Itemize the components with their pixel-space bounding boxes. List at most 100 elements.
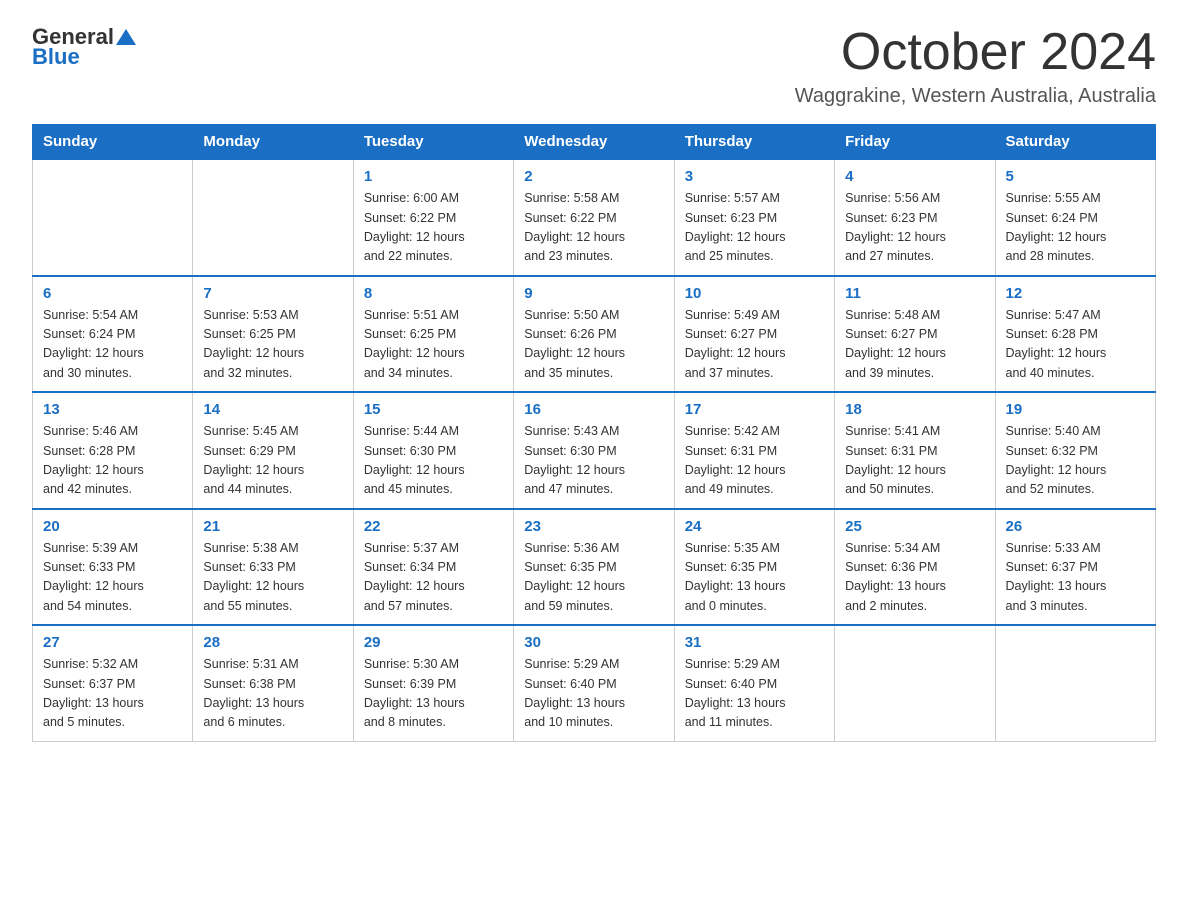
calendar-cell: 11 Sunrise: 5:48 AM Sunset: 6:27 PM Dayli… xyxy=(835,276,995,393)
day-number: 16 xyxy=(524,401,663,418)
day-number: 31 xyxy=(685,634,824,651)
header-saturday: Saturday xyxy=(995,125,1155,160)
day-number: 29 xyxy=(364,634,503,651)
calendar-cell: 24 Sunrise: 5:35 AM Sunset: 6:35 PM Dayli… xyxy=(674,509,834,626)
day-info: Sunrise: 5:51 AM Sunset: 6:25 PM Dayligh… xyxy=(364,306,503,384)
calendar-cell: 15Sunrise: 5:44 AM Sunset: 6:30 PM Dayli… xyxy=(353,392,513,509)
day-number: 6 xyxy=(43,285,182,302)
day-info: Sunrise: 5:30 AM Sunset: 6:39 PM Dayligh… xyxy=(364,655,503,733)
calendar-cell: 23 Sunrise: 5:36 AM Sunset: 6:35 PM Dayli… xyxy=(514,509,674,626)
day-info: Sunrise: 5:58 AM Sunset: 6:22 PM Dayligh… xyxy=(524,189,663,267)
day-number: 19 xyxy=(1006,401,1145,418)
header-wednesday: Wednesday xyxy=(514,125,674,160)
calendar-table: SundayMondayTuesdayWednesdayThursdayFrid… xyxy=(32,124,1156,742)
day-number: 28 xyxy=(203,634,342,651)
calendar-cell: 2Sunrise: 5:58 AM Sunset: 6:22 PM Daylig… xyxy=(514,159,674,276)
calendar-cell: 12 Sunrise: 5:47 AM Sunset: 6:28 PM Dayli… xyxy=(995,276,1155,393)
calendar-cell: 18 Sunrise: 5:41 AM Sunset: 6:31 PM Dayli… xyxy=(835,392,995,509)
day-info: Sunrise: 5:47 AM Sunset: 6:28 PM Dayligh… xyxy=(1006,306,1145,384)
day-number: 11 xyxy=(845,285,984,302)
week-row-2: 6 Sunrise: 5:54 AM Sunset: 6:24 PM Daylig… xyxy=(33,276,1156,393)
day-number: 18 xyxy=(845,401,984,418)
title-block: October 2024 Waggrakine, Western Austral… xyxy=(795,24,1156,108)
calendar-cell: 28Sunrise: 5:31 AM Sunset: 6:38 PM Dayli… xyxy=(193,625,353,741)
day-number: 8 xyxy=(364,285,503,302)
calendar-cell: 27 Sunrise: 5:32 AM Sunset: 6:37 PM Dayli… xyxy=(33,625,193,741)
day-info: Sunrise: 5:38 AM Sunset: 6:33 PM Dayligh… xyxy=(203,539,342,617)
day-info: Sunrise: 5:29 AM Sunset: 6:40 PM Dayligh… xyxy=(524,655,663,733)
header-thursday: Thursday xyxy=(674,125,834,160)
logo-blue-text: Blue xyxy=(32,44,80,70)
day-info: Sunrise: 5:45 AM Sunset: 6:29 PM Dayligh… xyxy=(203,422,342,500)
calendar-cell: 16 Sunrise: 5:43 AM Sunset: 6:30 PM Dayli… xyxy=(514,392,674,509)
day-number: 5 xyxy=(1006,168,1145,185)
header-tuesday: Tuesday xyxy=(353,125,513,160)
day-info: Sunrise: 5:54 AM Sunset: 6:24 PM Dayligh… xyxy=(43,306,182,384)
day-info: Sunrise: 5:41 AM Sunset: 6:31 PM Dayligh… xyxy=(845,422,984,500)
day-number: 17 xyxy=(685,401,824,418)
day-info: Sunrise: 5:49 AM Sunset: 6:27 PM Dayligh… xyxy=(685,306,824,384)
day-number: 27 xyxy=(43,634,182,651)
day-number: 30 xyxy=(524,634,663,651)
calendar-cell: 14 Sunrise: 5:45 AM Sunset: 6:29 PM Dayli… xyxy=(193,392,353,509)
day-number: 7 xyxy=(203,285,342,302)
day-info: Sunrise: 5:55 AM Sunset: 6:24 PM Dayligh… xyxy=(1006,189,1145,267)
day-info: Sunrise: 5:50 AM Sunset: 6:26 PM Dayligh… xyxy=(524,306,663,384)
logo-triangle-icon xyxy=(116,27,136,47)
calendar-cell xyxy=(33,159,193,276)
calendar-cell: 31 Sunrise: 5:29 AM Sunset: 6:40 PM Dayli… xyxy=(674,625,834,741)
day-info: Sunrise: 5:34 AM Sunset: 6:36 PM Dayligh… xyxy=(845,539,984,617)
day-info: Sunrise: 5:57 AM Sunset: 6:23 PM Dayligh… xyxy=(685,189,824,267)
day-number: 3 xyxy=(685,168,824,185)
day-number: 26 xyxy=(1006,518,1145,535)
day-number: 20 xyxy=(43,518,182,535)
header-friday: Friday xyxy=(835,125,995,160)
week-row-4: 20Sunrise: 5:39 AM Sunset: 6:33 PM Dayli… xyxy=(33,509,1156,626)
day-number: 12 xyxy=(1006,285,1145,302)
calendar-cell xyxy=(995,625,1155,741)
day-number: 1 xyxy=(364,168,503,185)
day-number: 9 xyxy=(524,285,663,302)
logo: General Blue xyxy=(32,24,136,70)
day-info: Sunrise: 5:35 AM Sunset: 6:35 PM Dayligh… xyxy=(685,539,824,617)
week-row-5: 27 Sunrise: 5:32 AM Sunset: 6:37 PM Dayli… xyxy=(33,625,1156,741)
day-number: 21 xyxy=(203,518,342,535)
calendar-header-row: SundayMondayTuesdayWednesdayThursdayFrid… xyxy=(33,125,1156,160)
day-info: Sunrise: 5:46 AM Sunset: 6:28 PM Dayligh… xyxy=(43,422,182,500)
day-info: Sunrise: 5:48 AM Sunset: 6:27 PM Dayligh… xyxy=(845,306,984,384)
calendar-cell: 30 Sunrise: 5:29 AM Sunset: 6:40 PM Dayli… xyxy=(514,625,674,741)
calendar-cell: 6 Sunrise: 5:54 AM Sunset: 6:24 PM Daylig… xyxy=(33,276,193,393)
day-number: 13 xyxy=(43,401,182,418)
calendar-cell: 21 Sunrise: 5:38 AM Sunset: 6:33 PM Dayli… xyxy=(193,509,353,626)
day-number: 23 xyxy=(524,518,663,535)
calendar-cell: 19 Sunrise: 5:40 AM Sunset: 6:32 PM Dayli… xyxy=(995,392,1155,509)
calendar-cell: 8 Sunrise: 5:51 AM Sunset: 6:25 PM Daylig… xyxy=(353,276,513,393)
week-row-1: 1Sunrise: 6:00 AM Sunset: 6:22 PM Daylig… xyxy=(33,159,1156,276)
day-info: Sunrise: 5:53 AM Sunset: 6:25 PM Dayligh… xyxy=(203,306,342,384)
day-number: 14 xyxy=(203,401,342,418)
calendar-cell: 26 Sunrise: 5:33 AM Sunset: 6:37 PM Dayli… xyxy=(995,509,1155,626)
header-sunday: Sunday xyxy=(33,125,193,160)
day-number: 24 xyxy=(685,518,824,535)
day-info: Sunrise: 5:56 AM Sunset: 6:23 PM Dayligh… xyxy=(845,189,984,267)
day-number: 10 xyxy=(685,285,824,302)
calendar-cell: 3 Sunrise: 5:57 AM Sunset: 6:23 PM Daylig… xyxy=(674,159,834,276)
week-row-3: 13 Sunrise: 5:46 AM Sunset: 6:28 PM Dayli… xyxy=(33,392,1156,509)
calendar-cell: 10 Sunrise: 5:49 AM Sunset: 6:27 PM Dayli… xyxy=(674,276,834,393)
day-info: Sunrise: 5:33 AM Sunset: 6:37 PM Dayligh… xyxy=(1006,539,1145,617)
calendar-cell: 7 Sunrise: 5:53 AM Sunset: 6:25 PM Daylig… xyxy=(193,276,353,393)
day-number: 22 xyxy=(364,518,503,535)
calendar-cell: 20Sunrise: 5:39 AM Sunset: 6:33 PM Dayli… xyxy=(33,509,193,626)
page-header: General Blue October 2024 Waggrakine, We… xyxy=(32,24,1156,108)
header-monday: Monday xyxy=(193,125,353,160)
day-info: Sunrise: 5:44 AM Sunset: 6:30 PM Dayligh… xyxy=(364,422,503,500)
day-info: Sunrise: 5:43 AM Sunset: 6:30 PM Dayligh… xyxy=(524,422,663,500)
day-info: Sunrise: 5:36 AM Sunset: 6:35 PM Dayligh… xyxy=(524,539,663,617)
day-info: Sunrise: 5:29 AM Sunset: 6:40 PM Dayligh… xyxy=(685,655,824,733)
calendar-cell: 22Sunrise: 5:37 AM Sunset: 6:34 PM Dayli… xyxy=(353,509,513,626)
calendar-cell: 17Sunrise: 5:42 AM Sunset: 6:31 PM Dayli… xyxy=(674,392,834,509)
calendar-cell: 5 Sunrise: 5:55 AM Sunset: 6:24 PM Daylig… xyxy=(995,159,1155,276)
day-info: Sunrise: 5:32 AM Sunset: 6:37 PM Dayligh… xyxy=(43,655,182,733)
day-info: Sunrise: 5:40 AM Sunset: 6:32 PM Dayligh… xyxy=(1006,422,1145,500)
calendar-cell: 4Sunrise: 5:56 AM Sunset: 6:23 PM Daylig… xyxy=(835,159,995,276)
